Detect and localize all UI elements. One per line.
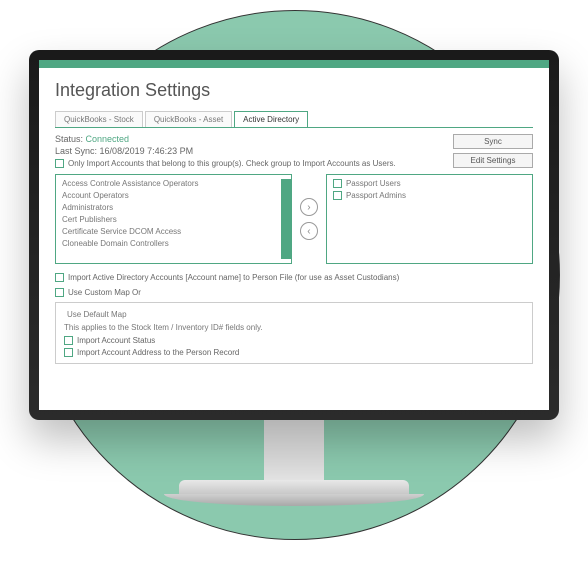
selected-groups-inner: Passport Users Passport Admins xyxy=(333,179,532,259)
default-map-fieldset: Use Default Map This applies to the Stoc… xyxy=(55,302,533,364)
list-item[interactable]: Passport Users xyxy=(333,179,532,188)
list-item-label: Passport Admins xyxy=(346,191,406,200)
monitor-base-top xyxy=(179,480,409,494)
import-account-address-label: Import Account Address to the Person Rec… xyxy=(77,348,239,357)
action-buttons: Sync Edit Settings xyxy=(453,134,533,168)
list-item[interactable]: Cert Publishers xyxy=(62,215,277,224)
chevron-left-icon: ‹ xyxy=(307,226,310,237)
list-item[interactable]: Administrators xyxy=(62,203,277,212)
available-groups-list[interactable]: Access Controle Assistance Operators Acc… xyxy=(55,174,292,264)
move-right-button[interactable]: › xyxy=(300,198,318,216)
list-item[interactable]: Certificate Service DCOM Access xyxy=(62,227,277,236)
sync-button[interactable]: Sync xyxy=(453,134,533,149)
use-custom-map-row: Use Custom Map Or xyxy=(55,288,533,297)
status-row: Status: Connected Last Sync: 16/08/2019 … xyxy=(55,134,533,168)
fieldset-note: This applies to the Stock Item / Invento… xyxy=(64,323,524,332)
list-item-label: Passport Users xyxy=(346,179,401,188)
status-value: Connected xyxy=(86,134,130,144)
status-block: Status: Connected Last Sync: 16/08/2019 … xyxy=(55,134,443,168)
tab-bar: QuickBooks - Stock QuickBooks - Asset Ac… xyxy=(55,111,533,128)
list-item[interactable]: Passport Admins xyxy=(333,191,532,200)
tab-active-directory[interactable]: Active Directory xyxy=(234,111,308,127)
use-custom-map-label: Use Custom Map Or xyxy=(68,288,141,297)
passport-users-checkbox[interactable] xyxy=(333,179,342,188)
import-account-address-checkbox[interactable] xyxy=(64,348,73,357)
import-ad-accounts-label: Import Active Directory Accounts [Accoun… xyxy=(68,273,399,282)
list-item[interactable]: Cloneable Domain Controllers xyxy=(62,239,277,248)
scrollbar[interactable] xyxy=(281,179,291,259)
import-account-status-row: Import Account Status xyxy=(64,336,524,345)
last-sync-line: Last Sync: 16/08/2019 7:46:23 PM xyxy=(55,146,443,156)
transfer-arrows: › ‹ xyxy=(300,174,318,264)
use-custom-map-checkbox[interactable] xyxy=(55,288,64,297)
status-line: Status: Connected xyxy=(55,134,443,144)
list-item[interactable]: Account Operators xyxy=(62,191,277,200)
only-import-checkbox[interactable] xyxy=(55,159,64,168)
edit-settings-button[interactable]: Edit Settings xyxy=(453,153,533,168)
only-import-row: Only Import Accounts that belong to this… xyxy=(55,159,443,168)
import-ad-accounts-row: Import Active Directory Accounts [Accoun… xyxy=(55,273,533,282)
last-sync-value: 16/08/2019 7:46:23 PM xyxy=(100,146,194,156)
group-lists: Access Controle Assistance Operators Acc… xyxy=(55,174,533,264)
list-item[interactable]: Access Controle Assistance Operators xyxy=(62,179,277,188)
status-label: Status: xyxy=(55,134,83,144)
monitor-bezel: Integration Settings QuickBooks - Stock … xyxy=(29,50,559,420)
import-account-address-row: Import Account Address to the Person Rec… xyxy=(64,348,524,357)
monitor-base-bottom xyxy=(164,494,424,506)
page-title: Integration Settings xyxy=(55,80,533,101)
selected-groups-list[interactable]: Passport Users Passport Admins xyxy=(326,174,533,264)
available-groups-inner: Access Controle Assistance Operators Acc… xyxy=(62,179,277,259)
import-account-status-label: Import Account Status xyxy=(77,336,155,345)
import-ad-accounts-checkbox[interactable] xyxy=(55,273,64,282)
window-content: Integration Settings QuickBooks - Stock … xyxy=(39,68,549,410)
tab-quickbooks-stock[interactable]: QuickBooks - Stock xyxy=(55,111,143,127)
last-sync-label: Last Sync: xyxy=(55,146,97,156)
monitor-neck xyxy=(264,420,324,480)
monitor-frame: Integration Settings QuickBooks - Stock … xyxy=(29,50,559,506)
import-account-status-checkbox[interactable] xyxy=(64,336,73,345)
window-topbar xyxy=(39,60,549,68)
fieldset-legend: Use Default Map xyxy=(64,310,130,319)
passport-admins-checkbox[interactable] xyxy=(333,191,342,200)
only-import-label: Only Import Accounts that belong to this… xyxy=(68,159,396,168)
move-left-button[interactable]: ‹ xyxy=(300,222,318,240)
app-window: Integration Settings QuickBooks - Stock … xyxy=(39,60,549,410)
tab-quickbooks-asset[interactable]: QuickBooks - Asset xyxy=(145,111,232,127)
lower-options: Import Active Directory Accounts [Accoun… xyxy=(55,270,533,364)
chevron-right-icon: › xyxy=(307,202,310,213)
